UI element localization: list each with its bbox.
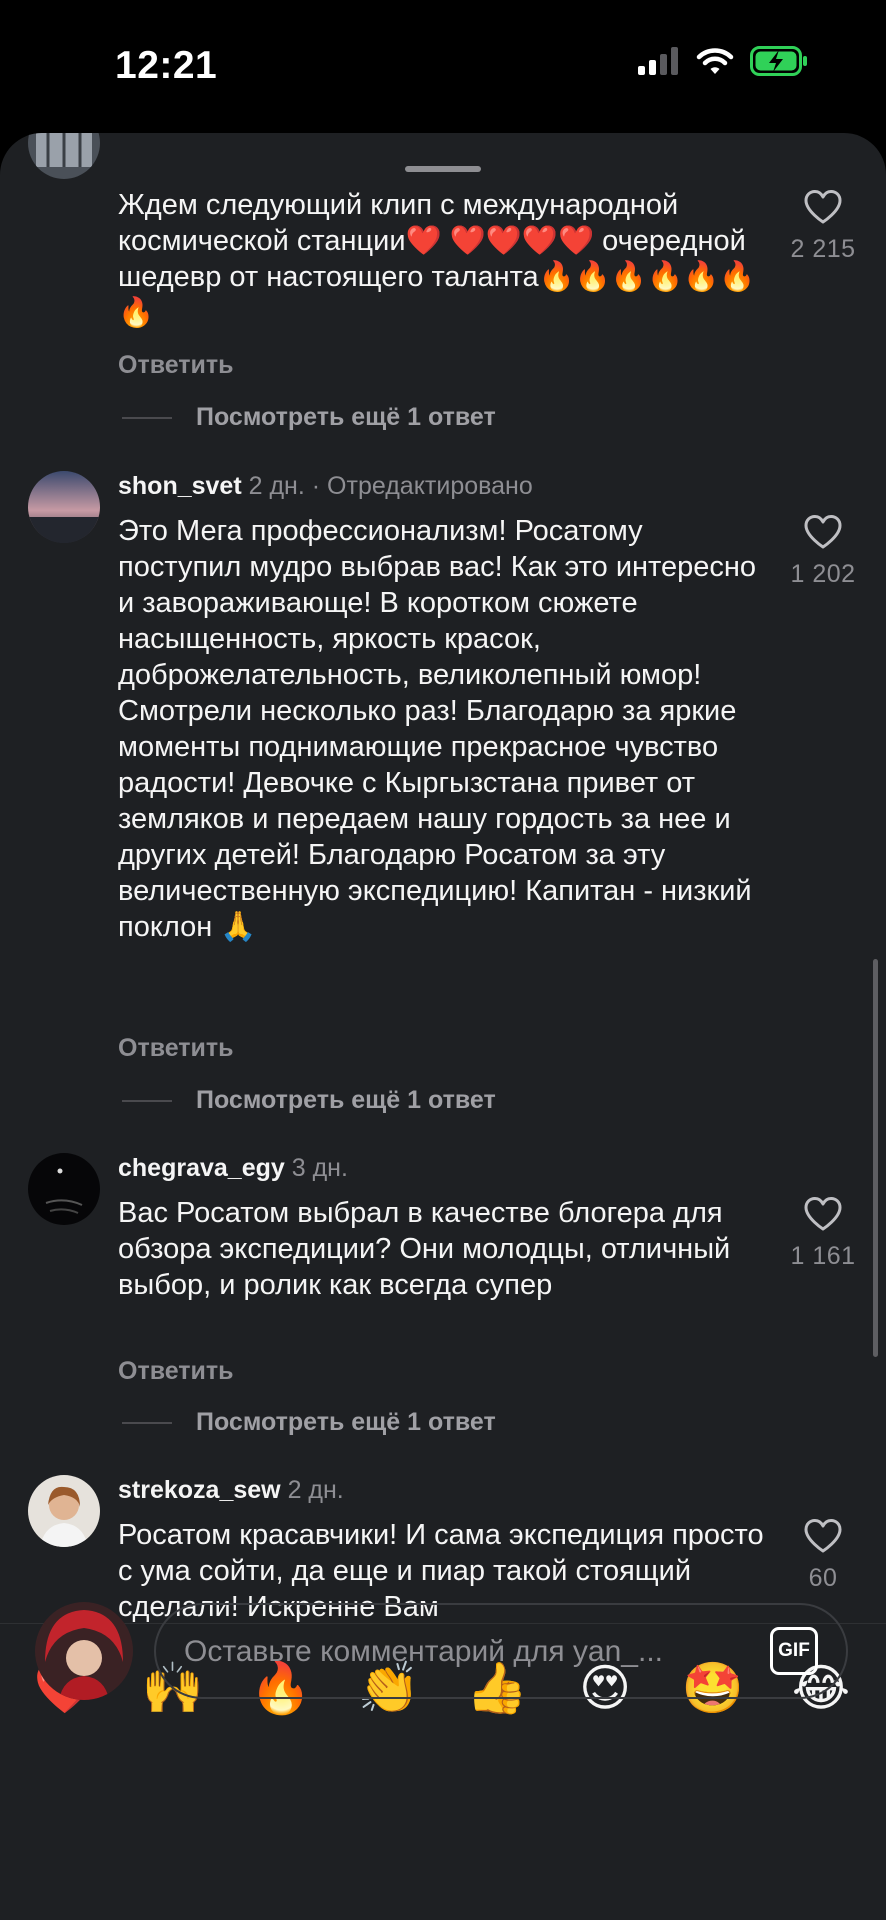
comment-text: Ждем следующий клип с международной косм… (118, 189, 756, 329)
status-bar: 12:21 (0, 0, 886, 130)
reply-button[interactable]: Ответить (118, 1034, 234, 1063)
like-count: 1 161 (790, 1242, 856, 1270)
view-replies-label: Посмотреть ещё 1 ответ (196, 403, 496, 431)
like-count: 60 (808, 1564, 838, 1592)
view-replies-button[interactable]: Посмотреть ещё 1 ответ (122, 403, 496, 432)
battery-charging-icon (750, 46, 807, 76)
replies-divider (122, 416, 172, 419)
heart-outline-icon (804, 515, 842, 549)
comment-username[interactable]: chegrava_egy (118, 1154, 285, 1182)
replies-divider (122, 1099, 172, 1102)
avatar[interactable] (28, 1475, 100, 1547)
reply-button[interactable]: Ответить (118, 1357, 234, 1386)
view-replies-button[interactable]: Посмотреть ещё 1 ответ (122, 1086, 496, 1115)
comments-list[interactable]: Ждем следующий клип с международной косм… (0, 133, 886, 1623)
reply-button[interactable]: Ответить (118, 351, 234, 380)
wifi-icon (696, 48, 734, 74)
status-time: 12:21 (115, 44, 218, 87)
like-button[interactable]: 1 161 (782, 1196, 864, 1271)
like-count: 1 202 (790, 560, 856, 588)
like-button[interactable]: 2 215 (782, 189, 864, 264)
status-icons (638, 46, 808, 76)
scroll-indicator[interactable] (873, 959, 878, 1357)
view-replies-label: Посмотреть ещё 1 ответ (196, 1086, 496, 1114)
comment-meta: strekoza_sew 2 дн. (118, 1476, 344, 1505)
avatar[interactable] (28, 1153, 100, 1225)
replies-divider (122, 1421, 172, 1424)
comment-text: Вас Росатом выбрал в качестве блогера дл… (118, 1197, 731, 1301)
comment-text: Это Мега профессионализм! Росатому посту… (118, 515, 757, 943)
comment-time: 2 дн. (248, 472, 305, 500)
cellular-signal-icon (638, 47, 678, 75)
view-replies-label: Посмотреть ещё 1 ответ (196, 1408, 496, 1436)
comment-input[interactable]: Оставьте комментарий для yan_... GIF (154, 1603, 848, 1699)
comment-input-placeholder: Оставьте комментарий для yan_... (184, 1635, 663, 1668)
gif-button[interactable]: GIF (770, 1627, 818, 1675)
comment-time: 3 дн. (291, 1154, 348, 1182)
heart-outline-icon (804, 190, 842, 224)
heart-outline-icon (804, 1197, 842, 1231)
comment-meta: chegrava_egy 3 дн. (118, 1154, 348, 1183)
view-replies-button[interactable]: Посмотреть ещё 1 ответ (122, 1408, 496, 1437)
avatar[interactable] (28, 471, 100, 543)
avatar[interactable] (28, 133, 100, 179)
like-count: 2 215 (790, 235, 856, 263)
like-button[interactable]: 1 202 (782, 514, 864, 589)
comment-username[interactable]: strekoza_sew (118, 1476, 281, 1504)
current-user-avatar (35, 1602, 133, 1700)
like-button[interactable]: 60 (782, 1518, 864, 1593)
heart-outline-icon (804, 1519, 842, 1553)
comment-edited-label: · Отредактировано (311, 472, 533, 500)
comment-username[interactable]: shon_svet (118, 472, 242, 500)
comment-meta: shon_svet 2 дн. · Отредактировано (118, 472, 533, 501)
comment-time: 2 дн. (287, 1476, 344, 1504)
